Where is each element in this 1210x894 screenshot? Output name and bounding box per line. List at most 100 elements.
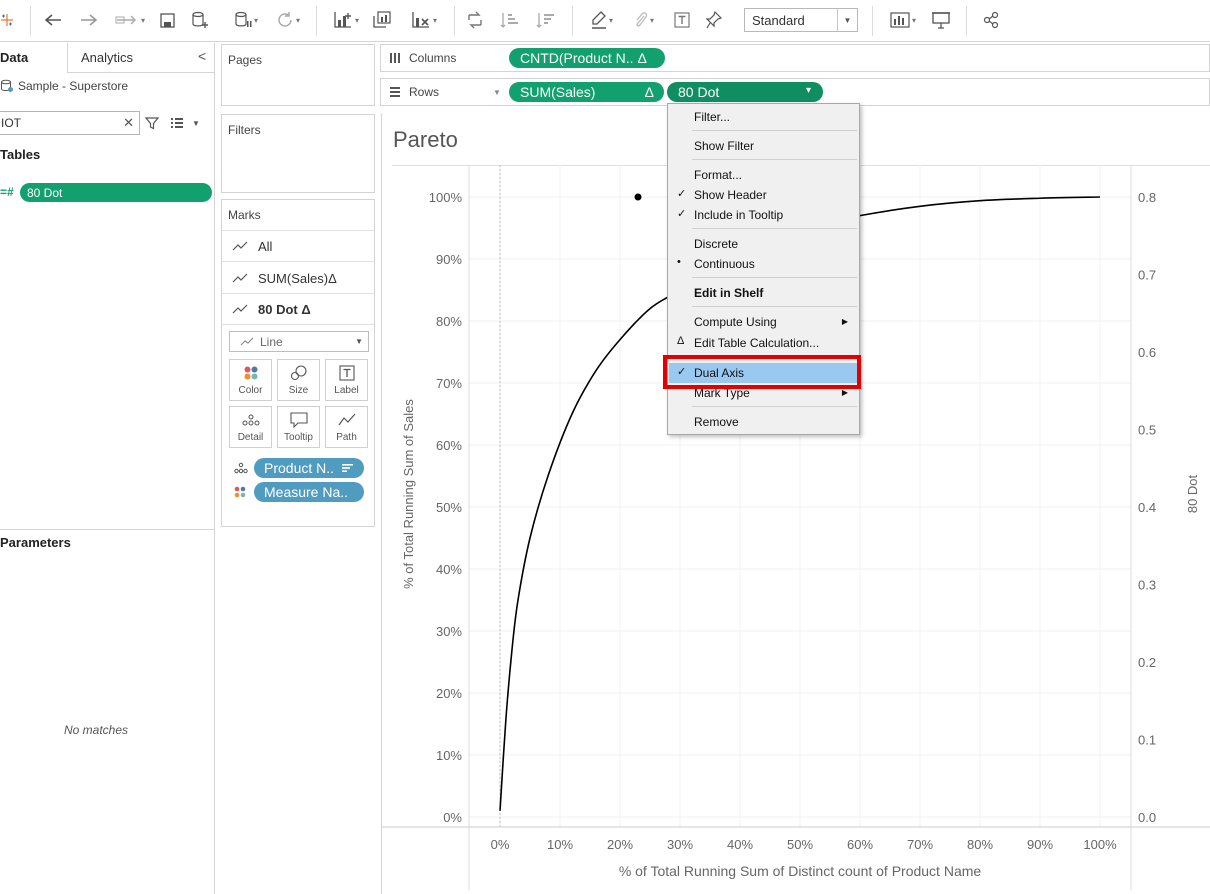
menu-item-label: Filter... [694, 110, 731, 124]
menu-item-show-header[interactable]: ✓ Show Header [669, 185, 858, 205]
show-me-icon[interactable]: ▾ [884, 9, 922, 31]
close-icon[interactable]: ✕ [123, 115, 134, 131]
marks-row-80-dot[interactable]: 80 Dot Δ [222, 294, 374, 325]
pages-card[interactable]: Pages [221, 44, 375, 106]
tooltip-button[interactable]: Tooltip [277, 406, 320, 448]
y2-tick-label: 0.6 [1138, 345, 1156, 360]
line-mark-icon [232, 241, 248, 251]
marks-row-label: 80 Dot [258, 301, 298, 317]
sort-ascending-icon[interactable] [498, 9, 522, 31]
label-button[interactable]: Label [325, 359, 368, 401]
columns-shelf[interactable]: Columns CNTD(Product N.. Δ [380, 44, 1210, 72]
annotation-highlight-box [663, 355, 861, 389]
rows-pill-sum-sales[interactable]: SUM(Sales) Δ [509, 82, 664, 102]
y-tick-label: 50% [436, 500, 462, 515]
new-worksheet-icon[interactable]: ▾ [326, 9, 366, 31]
pause-updates-icon[interactable]: ▾ [226, 9, 266, 31]
pill-label: Measure Na.. [264, 484, 349, 500]
pin-icon[interactable] [704, 9, 724, 31]
filter-icon[interactable] [144, 116, 160, 133]
product-name-pill[interactable]: Product N.. [254, 458, 364, 478]
line-mark-icon [240, 337, 254, 345]
menu-separator [692, 306, 857, 307]
sort-descending-icon[interactable] [534, 9, 558, 31]
y-tick-label: 30% [436, 624, 462, 639]
marks-row-sum-sales[interactable]: SUM(Sales)Δ [222, 263, 374, 294]
y-tick-label: 90% [436, 252, 462, 267]
share-icon[interactable] [980, 9, 1002, 31]
marks-row-all[interactable]: All [222, 231, 374, 262]
x-tick-label: 40% [727, 837, 753, 852]
menu-item-include-in-tooltip[interactable]: ✓ Include in Tooltip [669, 205, 858, 225]
pill-dropdown-icon[interactable]: ▾ [806, 85, 811, 96]
columns-pill-cntd-product[interactable]: CNTD(Product N.. Δ [509, 48, 665, 68]
rows-shelf[interactable]: Rows ▼ SUM(Sales) Δ 80 Dot ▾ [380, 78, 1210, 106]
series-point-80-dot[interactable] [634, 193, 642, 201]
redo-icon[interactable] [78, 9, 100, 31]
search-input-value: IOT [1, 116, 21, 130]
labels-icon[interactable] [672, 9, 692, 31]
columns-label: Columns [409, 51, 457, 65]
tab-analytics[interactable]: Analytics [81, 50, 133, 65]
new-datasource-icon[interactable] [190, 9, 210, 31]
measure-names-pill[interactable]: Measure Na.. [254, 482, 364, 502]
highlight-icon[interactable]: ▾ [584, 9, 620, 31]
check-icon: ✓ [677, 208, 687, 220]
size-button[interactable]: Size [277, 359, 320, 401]
menu-item-discrete[interactable]: Discrete [669, 234, 858, 254]
datasource-name: Sample - Superstore [18, 79, 129, 93]
path-button[interactable]: Path [325, 406, 368, 448]
chevron-down-icon: ▼ [192, 118, 200, 128]
menu-item-remove[interactable]: Remove [669, 412, 858, 432]
menu-item-label: Discrete [694, 237, 739, 251]
database-icon [1, 79, 13, 92]
rows-icon [390, 87, 400, 97]
menu-separator [692, 277, 857, 278]
refresh-icon[interactable]: ▾ [268, 9, 308, 31]
pill-label: SUM(Sales) [520, 84, 596, 100]
menu-separator [692, 228, 857, 229]
parameters-heading: Parameters [0, 535, 71, 550]
menu-item-edit-table-calculation[interactable]: Δ Edit Table Calculation... [669, 333, 858, 353]
menu-item-label: Edit Table Calculation... [694, 336, 820, 350]
x-tick-label: 50% [787, 837, 813, 852]
view-options-icon[interactable]: ▼ [170, 117, 200, 129]
check-icon: • [677, 256, 681, 268]
menu-item-label: Remove [694, 415, 739, 429]
menu-item-compute-using[interactable]: Compute Using ▶ [669, 312, 858, 332]
detail-button[interactable]: Detail [229, 406, 272, 448]
clear-sheet-icon[interactable]: ▾ [404, 9, 444, 31]
undo-icon[interactable] [42, 9, 64, 31]
field-80-dot[interactable]: 80 Dot [20, 183, 212, 202]
collapse-pane-button[interactable]: < [198, 48, 206, 64]
duplicate-sheet-icon[interactable] [370, 9, 394, 31]
menu-item-filter[interactable]: Filter... [669, 107, 858, 127]
toolbar: ▾ ▾ ▾ ▾ ▾ ▾ ▾ Standard ▼ ▾ [0, 0, 1210, 42]
mark-type-value: Line [260, 334, 283, 349]
check-icon: ✓ [677, 188, 687, 200]
chevron-down-icon: ▼ [355, 337, 363, 346]
marks-row-label: SUM(Sales) [258, 270, 329, 286]
swap-icon[interactable] [464, 9, 486, 31]
search-input[interactable]: IOT ✕ [0, 111, 140, 135]
save-icon[interactable] [158, 9, 176, 31]
menu-item-continuous[interactable]: • Continuous [669, 254, 858, 274]
y-tick-label: 10% [436, 748, 462, 763]
attach-icon[interactable]: ▾ [628, 9, 660, 31]
menu-item-edit-in-shelf[interactable]: Edit in Shelf [669, 283, 858, 303]
color-button[interactable]: Color [229, 359, 272, 401]
rows-pill-80-dot[interactable]: 80 Dot ▾ [667, 82, 823, 102]
replay-icon[interactable]: ▾ [110, 9, 150, 31]
menu-item-label: Show Header [694, 188, 767, 202]
tab-data[interactable]: Data [0, 43, 68, 73]
menu-item-format[interactable]: Format... [669, 165, 858, 185]
tableau-logo-icon[interactable] [0, 9, 14, 31]
presentation-icon[interactable] [930, 9, 952, 31]
menu-item-show-filter[interactable]: Show Filter [669, 136, 858, 156]
filters-card[interactable]: Filters [221, 114, 375, 193]
datasource-item[interactable]: Sample - Superstore [0, 79, 128, 93]
mark-type-select[interactable]: Line ▼ [229, 331, 369, 352]
pill-label: 80 Dot [678, 84, 720, 100]
view-size-select[interactable]: Standard ▼ [744, 8, 858, 32]
x-tick-label: 10% [547, 837, 573, 852]
